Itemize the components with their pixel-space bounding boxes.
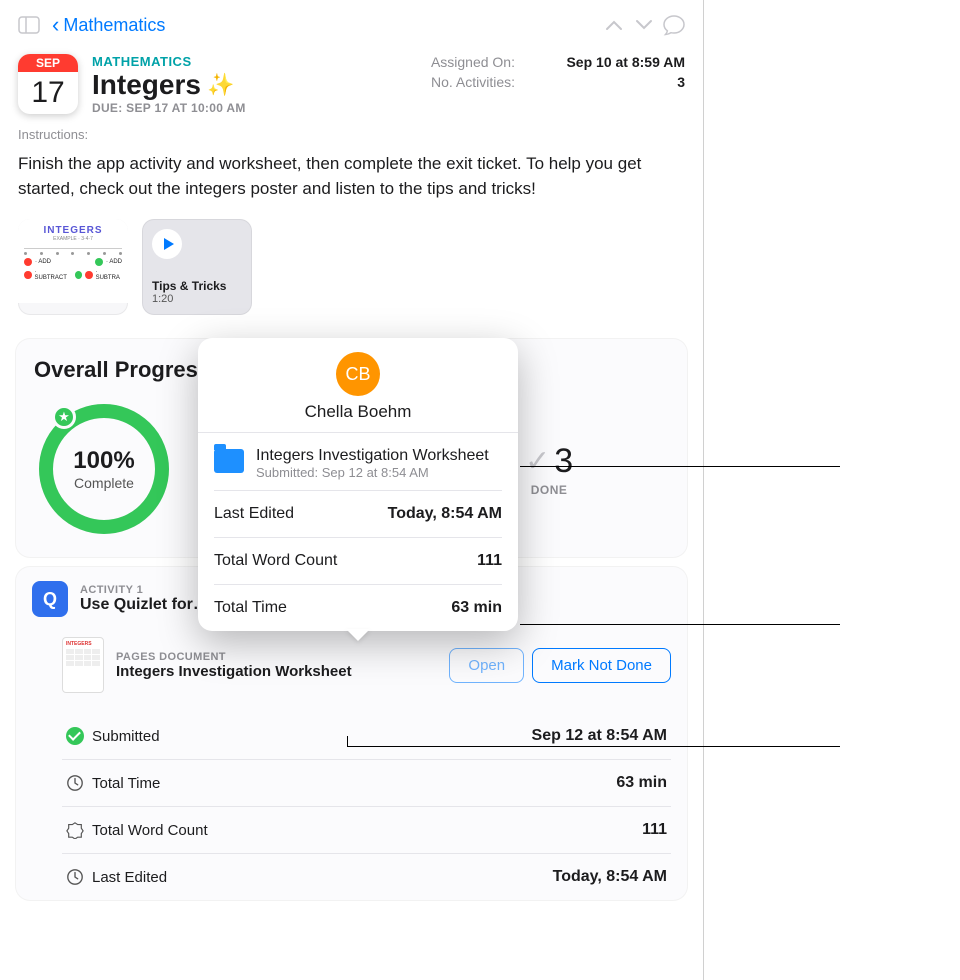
callout-line [347, 746, 840, 747]
next-icon[interactable] [629, 10, 659, 40]
assignment-meta: Assigned On: Sep 10 at 8:59 AM No. Activ… [431, 54, 685, 115]
audio-attachment[interactable]: Tips & Tricks 1:20 [142, 219, 252, 315]
popover-last-edited: Last Edited Today, 8:54 AM [214, 490, 502, 537]
app-window: ‹ Mathematics SEP 17 MATHEMATICS Integer… [0, 0, 704, 980]
assigned-on-value: Sep 10 at 8:59 AM [555, 54, 685, 70]
open-button[interactable]: Open [449, 648, 524, 683]
submitted-row: Submitted Sep 12 at 8:54 AM [62, 713, 671, 759]
document-name: Integers Investigation Worksheet [116, 663, 441, 680]
sidebar-toggle-icon[interactable] [14, 10, 44, 40]
poster-title: INTEGERS [24, 225, 122, 236]
student-name: Chella Boehm [305, 402, 412, 422]
document-tag: PAGES DOCUMENT [116, 651, 441, 663]
progress-complete-label: Complete [74, 475, 134, 491]
sparkle-icon: ✨ [207, 72, 234, 98]
progress-ring: ★ 100% Complete [34, 399, 174, 539]
document-details: Submitted Sep 12 at 8:54 AM Total Time 6… [62, 713, 671, 900]
popover-file-subtitle: Submitted: Sep 12 at 8:54 AM [256, 465, 489, 480]
activities-count-label: No. Activities: [431, 74, 515, 90]
clock-icon [66, 774, 84, 792]
instructions-text: Finish the app activity and worksheet, t… [18, 152, 685, 201]
instructions-section: Instructions: Finish the app activity an… [0, 121, 703, 213]
folder-icon [214, 449, 244, 473]
instructions-label: Instructions: [18, 127, 685, 142]
assignment-header: SEP 17 MATHEMATICS Integers ✨ DUE: SEP 1… [0, 44, 703, 121]
popover-total-time: Total Time 63 min [214, 584, 502, 631]
popover-file-row[interactable]: Integers Investigation Worksheet Submitt… [214, 433, 502, 490]
mark-not-done-button[interactable]: Mark Not Done [532, 648, 671, 683]
word-count-row: Total Word Count 111 [62, 806, 671, 853]
progress-percent: 100% [73, 447, 134, 475]
activity-name: Use Quizlet for… [80, 596, 209, 614]
calendar-day: 17 [18, 72, 78, 114]
badge-icon [66, 821, 84, 839]
subject-label: MATHEMATICS [92, 54, 431, 69]
assigned-on-label: Assigned On: [431, 54, 515, 70]
attachments-row: INTEGERS EXAMPLE · 3·4·7 · ADD· ADD · SU… [0, 213, 703, 329]
student-progress-popover: CB Chella Boehm Integers Investigation W… [198, 338, 518, 631]
check-circle-icon [66, 727, 84, 745]
activities-count-value: 3 [555, 74, 685, 90]
prev-icon[interactable] [599, 10, 629, 40]
clock-icon [66, 868, 84, 886]
calendar-icon: SEP 17 [18, 54, 78, 114]
callout-line [347, 736, 348, 746]
activity-tag: ACTIVITY 1 [80, 584, 209, 596]
callout-line [520, 624, 840, 625]
student-avatar: CB [336, 352, 380, 396]
due-date: DUE: SEP 17 AT 10:00 AM [92, 101, 431, 115]
back-button[interactable]: ‹ Mathematics [52, 14, 165, 36]
back-label: Mathematics [63, 15, 165, 36]
checkmark-icon: ✓ [525, 444, 550, 479]
total-time-row: Total Time 63 min [62, 759, 671, 806]
document-thumbnail-icon[interactable]: INTEGERS [62, 637, 104, 693]
chevron-left-icon: ‹ [52, 14, 59, 36]
popover-word-count: Total Word Count 111 [214, 537, 502, 584]
calendar-month: SEP [18, 54, 78, 72]
play-icon[interactable] [152, 229, 182, 259]
stat-done: ✓3 DONE [525, 442, 573, 497]
audio-duration: 1:20 [152, 293, 242, 305]
callout-line [520, 466, 840, 467]
last-edited-row: Last Edited Today, 8:54 AM [62, 853, 671, 900]
poster-attachment[interactable]: INTEGERS EXAMPLE · 3·4·7 · ADD· ADD · SU… [18, 219, 128, 315]
assignment-title: Integers [92, 69, 201, 101]
nav-bar: ‹ Mathematics [0, 0, 703, 44]
audio-title: Tips & Tricks [152, 279, 242, 293]
quizlet-app-icon: Q [32, 581, 68, 617]
popover-file-title: Integers Investigation Worksheet [256, 447, 489, 465]
messages-icon[interactable] [659, 10, 689, 40]
